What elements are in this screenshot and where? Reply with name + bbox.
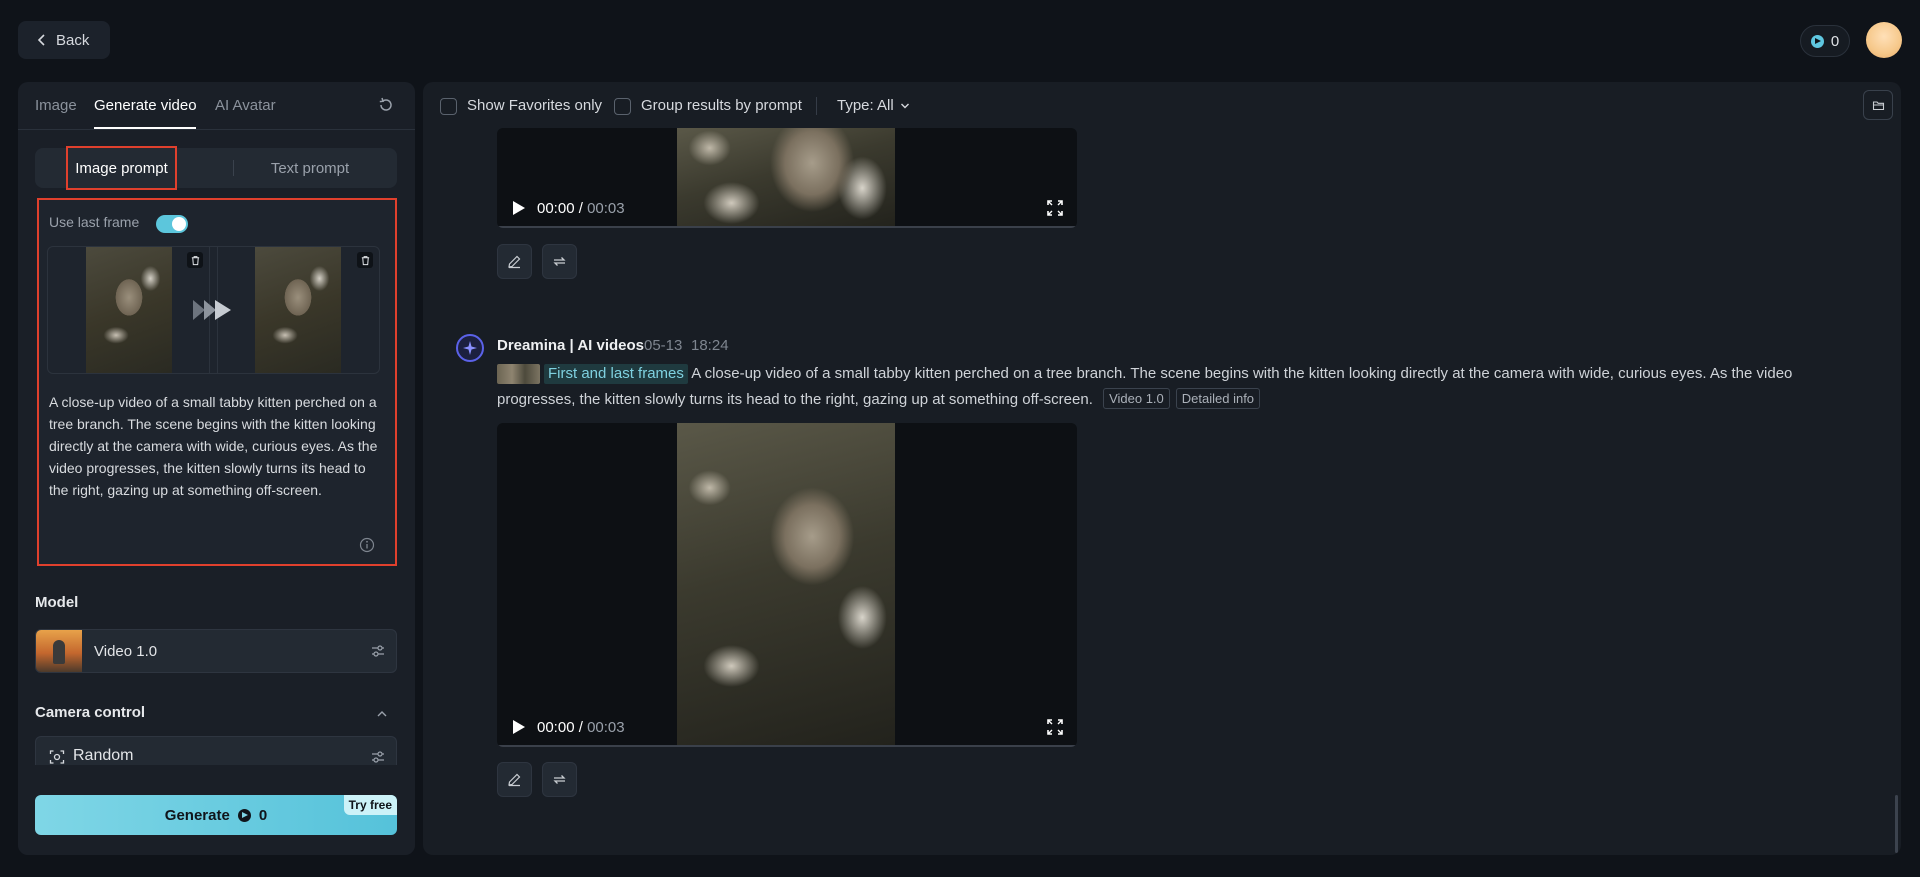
tab-image[interactable]: Image <box>35 97 77 114</box>
edit-button[interactable] <box>497 244 532 279</box>
play-icon[interactable] <box>512 200 526 216</box>
type-filter-dropdown[interactable]: Type: All <box>837 97 910 114</box>
play-icon[interactable] <box>512 719 526 735</box>
credits-badge[interactable]: 0 <box>1800 25 1850 57</box>
results-panel: Show Favorites only Group results by pro… <box>423 82 1901 855</box>
video-progress[interactable] <box>497 226 1077 228</box>
tab-ai-avatar[interactable]: AI Avatar <box>215 97 276 114</box>
folder-icon <box>1872 100 1884 110</box>
favorites-checkbox[interactable] <box>440 98 457 115</box>
duration: 00:03 <box>587 718 625 736</box>
regenerate-icon <box>553 257 566 266</box>
video-time: 00:00 / 00:03 <box>537 200 625 217</box>
sliders-icon[interactable] <box>370 749 386 765</box>
model-name: Video 1.0 <box>94 643 158 660</box>
model-label: Model <box>35 594 79 611</box>
info-icon[interactable] <box>359 537 375 553</box>
last-frame-slot[interactable] <box>217 247 379 373</box>
frames-container <box>47 246 380 374</box>
credits-count: 0 <box>1830 32 1840 50</box>
fullscreen-icon[interactable] <box>1047 719 1063 735</box>
video-player[interactable]: 00:00 / 00:03 <box>497 128 1077 228</box>
video-progress[interactable] <box>497 745 1077 747</box>
message-date: 05-13 <box>644 337 683 354</box>
coin-icon <box>237 808 251 822</box>
current-time: 00:00 <box>537 199 575 217</box>
message-body: First and last frames A close-up video o… <box>497 361 1857 413</box>
toolbar-divider <box>816 97 817 115</box>
results-toolbar: Show Favorites only Group results by pro… <box>423 82 1901 128</box>
first-frame-image <box>86 247 172 373</box>
coin-icon <box>1810 34 1824 48</box>
generate-label: Generate <box>164 806 230 824</box>
model-thumbnail <box>36 630 82 672</box>
edit-icon <box>508 773 521 787</box>
video-time: 00:00 / 00:03 <box>537 719 625 736</box>
last-frame-image <box>255 247 341 373</box>
model-tag: Video 1.0 <box>1103 388 1170 409</box>
edit-icon <box>508 255 521 269</box>
favorites-label[interactable]: Show Favorites only <box>467 97 602 114</box>
sparkle-icon <box>463 341 477 355</box>
model-select[interactable]: Video 1.0 <box>35 629 397 673</box>
camera-focus-icon <box>49 750 65 764</box>
camera-control-label: Camera control <box>35 704 146 721</box>
trash-icon[interactable] <box>357 252 373 268</box>
use-last-frame-label: Use last frame <box>49 214 140 230</box>
prompt-textarea[interactable]: A close-up video of a small tabby kitten… <box>49 391 387 501</box>
folder-button[interactable] <box>1863 90 1893 120</box>
reference-thumbnail[interactable] <box>497 364 540 385</box>
use-last-frame-toggle[interactable] <box>156 215 188 233</box>
back-button[interactable]: Back <box>18 21 110 59</box>
fullscreen-icon[interactable] <box>1047 200 1063 216</box>
time-separator: / <box>574 199 588 217</box>
tab-bar: Image Generate video AI Avatar <box>18 82 415 130</box>
group-by-prompt-label[interactable]: Group results by prompt <box>641 97 802 114</box>
chevron-up-icon[interactable] <box>376 708 388 720</box>
regenerate-button[interactable] <box>542 244 577 279</box>
try-free-badge: Try free <box>343 795 397 815</box>
generate-button[interactable]: Generate 0 Try free <box>35 795 397 835</box>
regenerate-icon <box>553 775 566 784</box>
edit-button[interactable] <box>497 762 532 797</box>
message-time: 18:24 <box>691 337 729 354</box>
video-player[interactable]: 00:00 / 00:03 <box>497 423 1077 747</box>
video-controls: 00:00 / 00:03 <box>497 188 1077 228</box>
regenerate-button[interactable] <box>542 762 577 797</box>
video-controls: 00:00 / 00:03 <box>497 707 1077 747</box>
chevron-left-icon <box>37 34 45 46</box>
chevron-down-icon <box>900 103 909 108</box>
image-prompt-box: Use last frame A close-up video of a sma… <box>37 198 397 566</box>
results-scrollbar[interactable] <box>1895 795 1898 853</box>
sliders-icon[interactable] <box>370 643 386 659</box>
image-prompt-button[interactable]: Image prompt <box>66 146 177 190</box>
video-frame <box>677 423 895 747</box>
arrows-icon <box>193 300 231 320</box>
first-frame-slot[interactable] <box>48 247 210 373</box>
time-separator: / <box>574 718 588 736</box>
left-panel: Image Generate video AI Avatar Image pro… <box>18 82 415 855</box>
type-filter-label: Type: All <box>837 97 894 114</box>
text-prompt-button[interactable]: Text prompt <box>225 148 395 188</box>
trash-icon[interactable] <box>187 252 203 268</box>
back-label: Back <box>56 31 90 49</box>
duration: 00:03 <box>587 199 625 217</box>
dreamina-avatar <box>456 334 484 362</box>
generate-cost: 0 <box>258 806 268 824</box>
user-avatar[interactable] <box>1866 22 1902 58</box>
prompt-mode-switch: Image prompt Text prompt <box>35 146 397 190</box>
camera-control-value: Random <box>73 747 134 764</box>
first-last-frames-tag[interactable]: First and last frames <box>544 364 688 384</box>
current-time: 00:00 <box>537 718 575 736</box>
detailed-info-tag[interactable]: Detailed info <box>1175 388 1261 409</box>
group-by-prompt-checkbox[interactable] <box>614 98 631 115</box>
tab-generate-video[interactable]: Generate video <box>94 97 197 114</box>
tab-underline <box>94 127 196 129</box>
message-author: Dreamina | AI videos <box>497 337 645 354</box>
reset-icon[interactable] <box>377 96 395 114</box>
